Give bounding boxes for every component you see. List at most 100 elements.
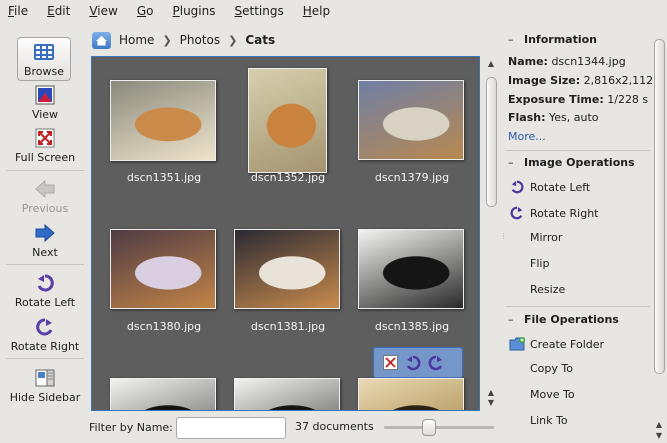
- toolbar-separator: [6, 264, 84, 265]
- menubar: File Edit View Go Plugins Settings Help: [0, 0, 667, 22]
- collapse-icon: –: [508, 312, 514, 326]
- arrow-right-icon: [34, 222, 56, 244]
- breadcrumb-item-cats[interactable]: Cats: [245, 33, 275, 47]
- thumbnail-image[interactable]: [110, 378, 216, 410]
- toolbar-separator: [6, 358, 84, 359]
- fullscreen-icon[interactable]: [382, 355, 398, 371]
- section-separator: [506, 306, 650, 307]
- move-to-action[interactable]: Move To: [508, 388, 575, 401]
- filter-label: Filter by Name:: [89, 420, 173, 434]
- image-operations-section-header[interactable]: – Image Operations: [508, 152, 650, 172]
- copy-to-action[interactable]: Copy To: [508, 362, 573, 375]
- menu-file[interactable]: File: [8, 4, 28, 18]
- thumbnail-image[interactable]: [247, 67, 327, 173]
- menu-edit[interactable]: Edit: [47, 4, 70, 18]
- scrollbar-thumb[interactable]: [486, 77, 497, 207]
- view-button[interactable]: View: [2, 84, 88, 121]
- thumbnail-caption: dscn1351.jpg: [126, 171, 202, 184]
- information-section-header[interactable]: – Information: [508, 29, 650, 49]
- browse-label: Browse: [23, 64, 65, 78]
- section-separator: [506, 150, 650, 151]
- full-screen-button[interactable]: Full Screen: [2, 127, 88, 164]
- rotate-right-icon: [34, 316, 56, 338]
- chevron-right-icon: ❯: [228, 33, 238, 47]
- thumbnail-caption: dscn1379.jpg: [374, 171, 450, 184]
- mirror-action[interactable]: Mirror: [508, 231, 562, 244]
- rotate-right-action[interactable]: Rotate Right: [508, 205, 598, 221]
- thumbnail-image[interactable]: [358, 229, 464, 309]
- breadcrumb-item-home[interactable]: Home: [119, 33, 154, 47]
- thumbnail-scrollbar[interactable]: ▲ ▲ ▼: [483, 56, 499, 411]
- thumbnail-view[interactable]: dscn1351.jpg dscn1352.jpg dscn1379.jpg dscn…: [91, 56, 480, 411]
- collapse-icon: –: [508, 155, 514, 169]
- browse-button[interactable]: Browse: [17, 37, 71, 81]
- thumbnail-image[interactable]: [110, 229, 216, 309]
- next-button[interactable]: Next: [2, 222, 88, 259]
- rotate-left-icon[interactable]: [405, 355, 421, 371]
- thumbnail-image[interactable]: [234, 378, 340, 410]
- scroll-down-icon[interactable]: ▼: [486, 398, 496, 408]
- thumbnail-image[interactable]: [234, 229, 340, 309]
- info-image-size: Image Size: 2,816x2,112: [508, 74, 654, 87]
- thumbnail-image[interactable]: [358, 378, 464, 410]
- rotate-left-action[interactable]: Rotate Left: [508, 179, 590, 195]
- rotate-left-button[interactable]: Rotate Left: [2, 272, 88, 309]
- fullscreen-icon: [34, 127, 56, 149]
- menu-plugins[interactable]: Plugins: [172, 4, 215, 18]
- menu-settings[interactable]: Settings: [234, 4, 283, 18]
- sidebar-splitter-handle[interactable]: ⋮: [500, 232, 507, 240]
- rotate-right-icon: [508, 205, 526, 221]
- rotate-right-label: Rotate Right: [10, 340, 80, 353]
- thumbnail-action-bar: [373, 347, 463, 378]
- previous-label: Previous: [21, 202, 69, 215]
- view-image-icon: [34, 84, 56, 106]
- rotate-right-icon[interactable]: [428, 355, 444, 371]
- link-to-action[interactable]: Link To: [508, 414, 568, 427]
- more-info-link[interactable]: More...: [508, 130, 546, 143]
- info-exposure-time: Exposure Time: 1/228 s: [508, 93, 649, 106]
- sidebar-scrollbar[interactable]: ▲ ▼: [651, 28, 667, 443]
- next-label: Next: [32, 246, 58, 259]
- thumbnail-image[interactable]: [358, 80, 464, 160]
- arrow-left-icon: [34, 178, 56, 200]
- rotate-left-icon: [508, 179, 526, 195]
- scroll-up-icon[interactable]: ▲: [654, 420, 664, 430]
- chevron-right-icon: ❯: [162, 33, 172, 47]
- info-name: Name: dscn1344.jpg: [508, 55, 626, 68]
- rotate-right-button[interactable]: Rotate Right: [2, 316, 88, 353]
- home-icon[interactable]: [92, 31, 111, 49]
- thumbnail-caption: dscn1381.jpg: [250, 320, 326, 333]
- thumbnail-caption: dscn1352.jpg: [250, 171, 326, 184]
- view-label: View: [31, 108, 59, 121]
- zoom-slider[interactable]: [384, 419, 494, 436]
- menu-help[interactable]: Help: [303, 4, 330, 18]
- toolbar-separator: [6, 170, 84, 171]
- file-operations-section-header[interactable]: – File Operations: [508, 309, 650, 329]
- scroll-down-icon[interactable]: ▼: [654, 431, 664, 441]
- flip-action[interactable]: Flip: [508, 257, 549, 270]
- folder-new-icon: [508, 336, 526, 352]
- scrollbar-thumb[interactable]: [654, 39, 665, 374]
- menu-go[interactable]: Go: [137, 4, 154, 18]
- document-count: 37 documents: [295, 420, 374, 433]
- main-toolbar: Browse View Full Screen Previous Next Ro…: [0, 34, 88, 414]
- thumbnail-caption: dscn1380.jpg: [126, 320, 202, 333]
- zoom-slider-handle[interactable]: [422, 419, 437, 436]
- thumbnail-image[interactable]: [110, 79, 216, 161]
- scroll-up-icon[interactable]: ▲: [486, 388, 496, 398]
- filter-input[interactable]: [176, 417, 286, 439]
- hide-sidebar-button[interactable]: Hide Sidebar: [2, 367, 88, 404]
- scroll-up-icon[interactable]: ▲: [486, 59, 496, 69]
- breadcrumb: Home ❯ Photos ❯ Cats: [92, 29, 275, 51]
- browse-grid-icon: [33, 41, 55, 63]
- thumbnail-caption: dscn1385.jpg: [374, 320, 450, 333]
- create-folder-action[interactable]: Create Folder: [508, 336, 604, 352]
- rotate-left-icon: [34, 272, 56, 294]
- menu-view[interactable]: View: [89, 4, 117, 18]
- resize-action[interactable]: Resize: [508, 283, 565, 296]
- breadcrumb-item-photos[interactable]: Photos: [180, 33, 220, 47]
- full-screen-label: Full Screen: [14, 151, 76, 164]
- collapse-icon: –: [508, 32, 514, 46]
- hide-sidebar-label: Hide Sidebar: [9, 391, 81, 404]
- previous-button[interactable]: Previous: [2, 178, 88, 215]
